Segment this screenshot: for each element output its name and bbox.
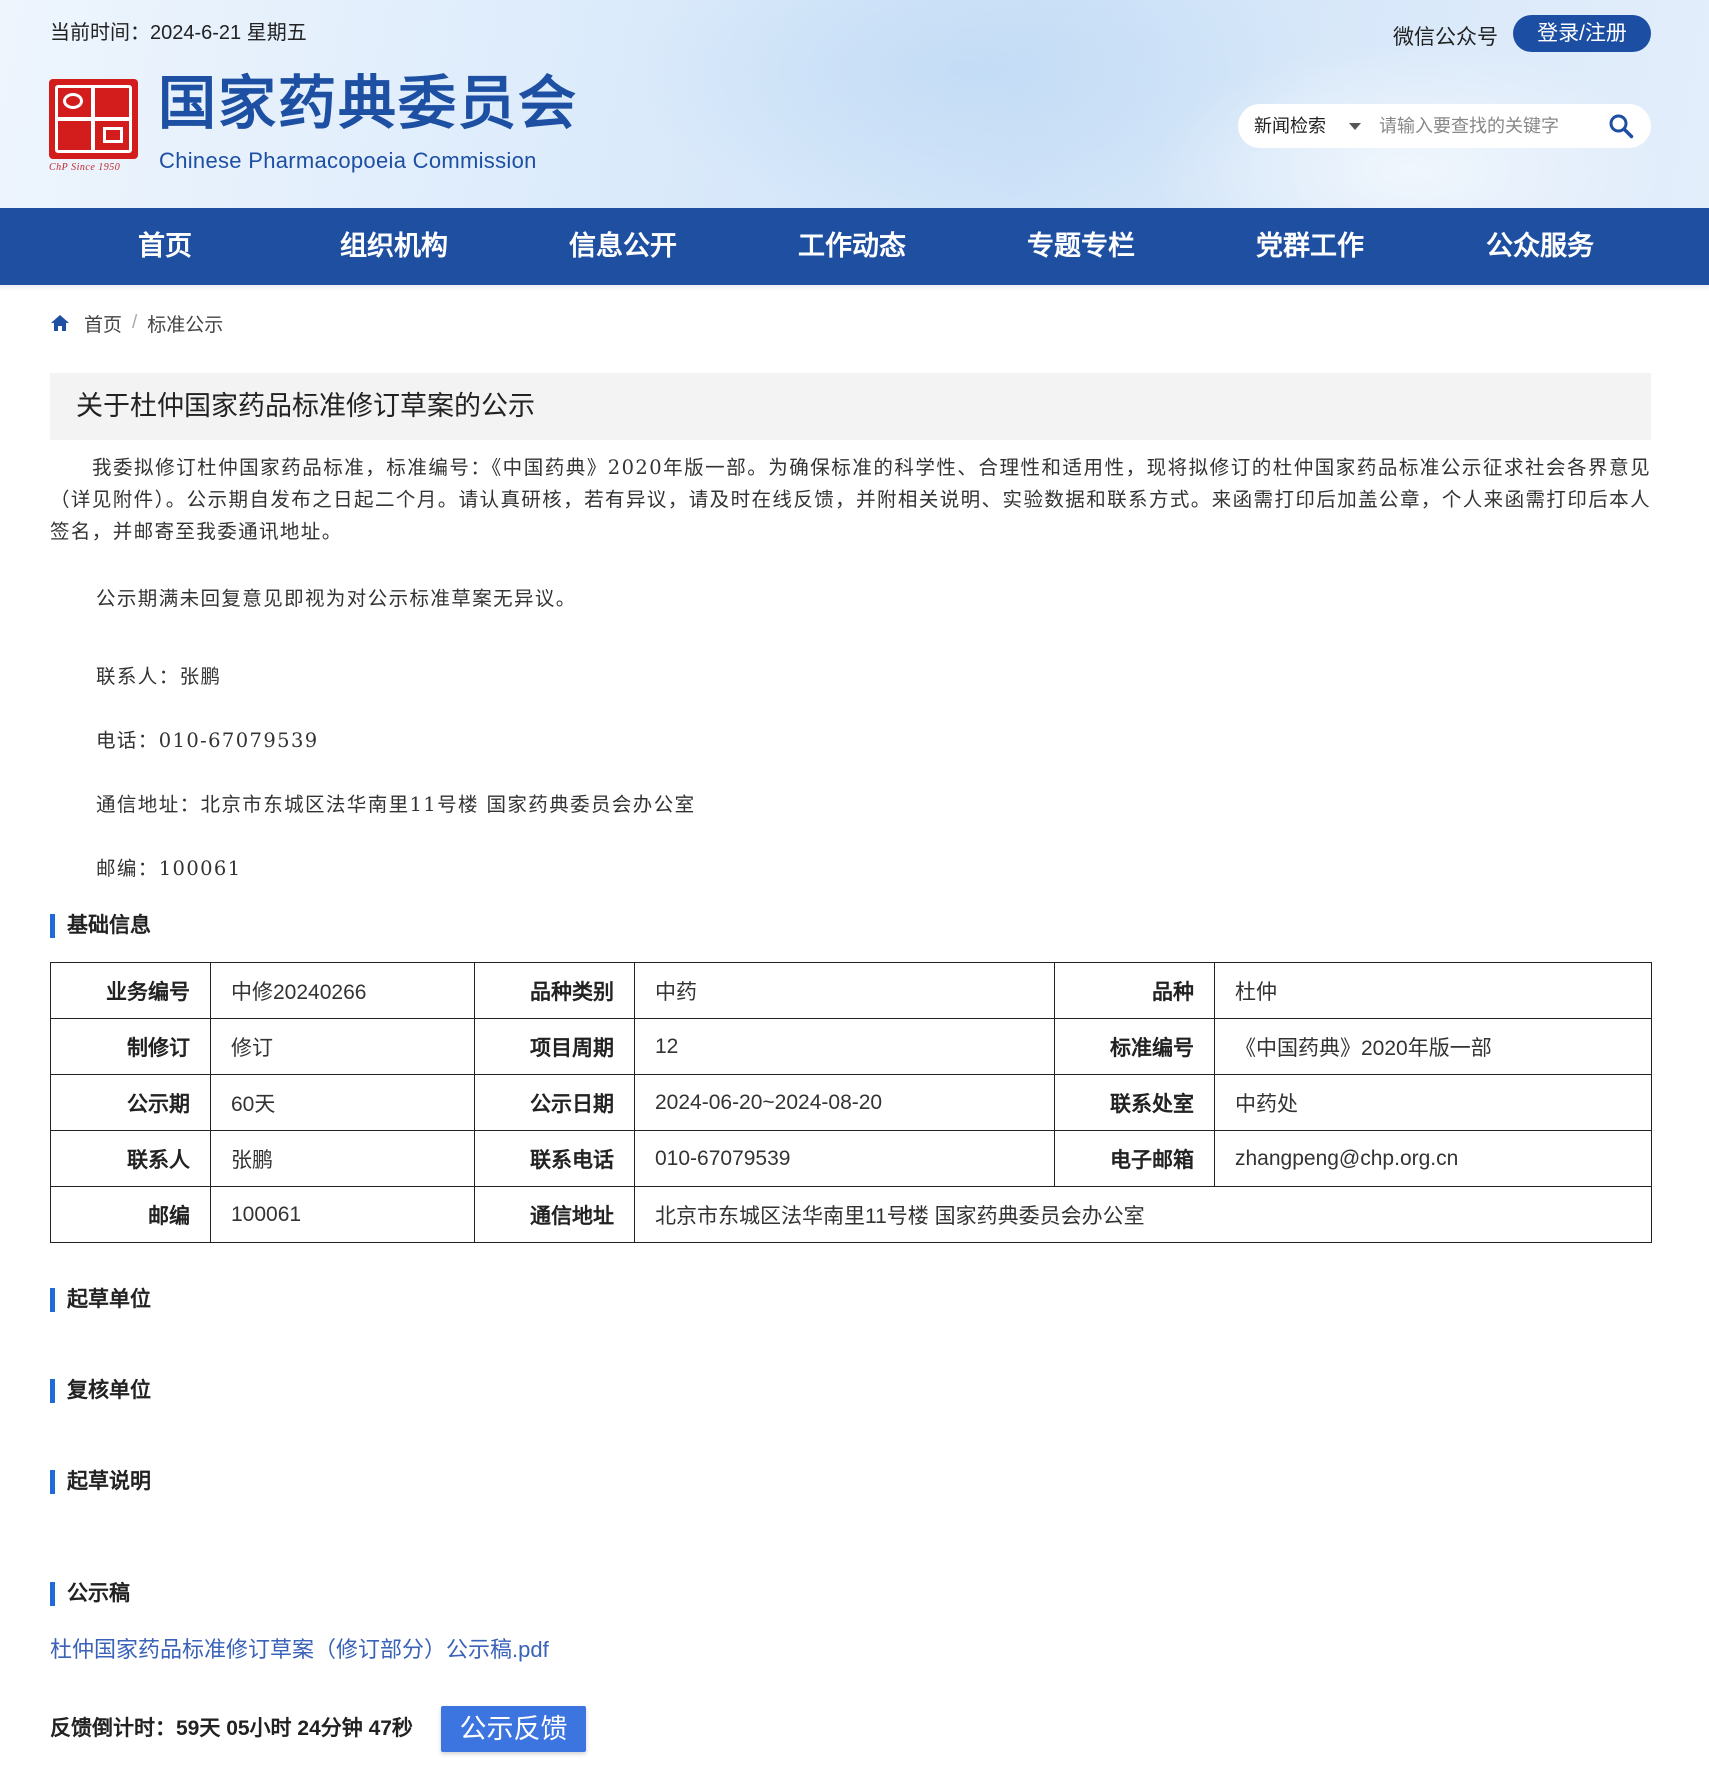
table-cell-label: 公示期 [50,1074,211,1131]
search-icon[interactable] [1608,113,1634,139]
table-cell-value: 中修20240266 [210,962,475,1019]
nav-item-public-service[interactable]: 公众服务 [1440,208,1640,285]
table-cell-value: 北京市东城区法华南里11号楼 国家药典委员会办公室 [634,1186,1652,1243]
table-cell-label: 标准编号 [1054,1018,1215,1075]
section-basic-info: 基础信息 [50,914,151,938]
breadcrumb-home[interactable]: 首页 [84,310,122,337]
logo-since: ChP Since 1950 [49,162,121,173]
nav-item-organization[interactable]: 组织机构 [294,208,494,285]
table-cell-value: 杜仲 [1214,962,1652,1019]
current-time: 当前时间：2024-6-21 星期五 [50,22,307,44]
table-cell-label: 业务编号 [50,962,211,1019]
attachment-pdf-link[interactable]: 杜仲国家药品标准修订草案（修订部分）公示稿.pdf [50,1632,549,1664]
table-cell-value: 张鹏 [210,1130,475,1187]
table-cell-label: 品种 [1054,962,1215,1019]
search-box: 新闻检索 [1238,104,1651,148]
breadcrumb-current[interactable]: 标准公示 [147,310,223,337]
nav-item-info-disclosure[interactable]: 信息公开 [523,208,723,285]
table-cell-value: 010-67079539 [634,1130,1055,1187]
table-cell-label: 品种类别 [474,962,635,1019]
table-cell-label: 联系人 [50,1130,211,1187]
table-cell-label: 联系处室 [1054,1074,1215,1131]
nav-item-work-news[interactable]: 工作动态 [752,208,952,285]
table-cell-label: 通信地址 [474,1186,635,1243]
chevron-down-icon[interactable] [1349,123,1361,130]
nav-item-special-topics[interactable]: 专题专栏 [981,208,1181,285]
table-row: 公示期 60天 公示日期 2024-06-20~2024-08-20 联系处室 … [50,1074,1652,1131]
article-notice: 公示期满未回复意见即视为对公示标准草案无异议。 [96,587,577,610]
section-drafting-note: 起草说明 [50,1470,151,1494]
table-row: 业务编号 中修20240266 品种类别 中药 品种 杜仲 [50,962,1652,1019]
table-cell-value: 中药 [634,962,1055,1019]
logo-seal-icon[interactable] [49,79,138,159]
article-title-bar: 关于杜仲国家药品标准修订草案的公示 [50,373,1651,440]
table-cell-value: 60天 [210,1074,475,1131]
search-category-select[interactable]: 新闻检索 [1254,104,1326,148]
section-drafting-unit: 起草单位 [50,1288,151,1312]
table-cell-label: 项目周期 [474,1018,635,1075]
logo-title-cn[interactable]: 国家药典委员会 [158,72,578,136]
table-cell-label: 电子邮箱 [1054,1130,1215,1187]
table-row: 邮编 100061 通信地址 北京市东城区法华南里11号楼 国家药典委员会办公室 [50,1186,1652,1243]
section-draft: 公示稿 [50,1582,130,1606]
article-phone: 电话：010-67079539 [96,729,319,752]
page-title: 关于杜仲国家药品标准修订草案的公示 [76,391,535,421]
table-row: 制修订 修订 项目周期 12 标准编号 《中国药典》2020年版一部 [50,1018,1652,1075]
article-address: 通信地址：北京市东城区法华南里11号楼 国家药典委员会办公室 [96,793,696,816]
table-cell-value: 2024-06-20~2024-08-20 [634,1074,1055,1131]
feedback-countdown: 反馈倒计时：59天 05小时 24分钟 47秒 [50,1717,413,1740]
table-cell-value: 12 [634,1018,1055,1075]
table-cell-label: 邮编 [50,1186,211,1243]
login-register-button[interactable]: 登录/注册 [1513,15,1651,52]
article-postcode: 邮编：100061 [96,857,242,880]
home-icon[interactable] [50,313,70,333]
article-paragraph: 我委拟修订杜仲国家药品标准，标准编号：《中国药典》2020年版一部。为确保标准的… [50,456,1651,543]
table-cell-label: 联系电话 [474,1130,635,1187]
table-row: 联系人 张鹏 联系电话 010-67079539 电子邮箱 zhangpeng@… [50,1130,1652,1187]
main-nav: 首页 组织机构 信息公开 工作动态 专题专栏 党群工作 公众服务 [0,208,1709,285]
search-input[interactable] [1379,112,1599,140]
table-cell-label: 制修订 [50,1018,211,1075]
table-cell-value: 修订 [210,1018,475,1075]
basic-info-table: 业务编号 中修20240266 品种类别 中药 品种 杜仲 制修订 修订 项目周… [50,962,1652,1243]
table-cell-label: 公示日期 [474,1074,635,1131]
breadcrumb-separator: / [132,312,138,333]
table-cell-value: 100061 [210,1186,475,1243]
feedback-button[interactable]: 公示反馈 [441,1706,586,1752]
table-cell-value: zhangpeng@chp.org.cn [1214,1130,1652,1187]
logo-title-en: Chinese Pharmacopoeia Commission [159,148,537,173]
table-cell-value: 《中国药典》2020年版一部 [1214,1018,1652,1075]
section-review-unit: 复核单位 [50,1379,151,1403]
nav-item-home[interactable]: 首页 [65,208,265,285]
article-contact: 联系人：张鹏 [96,665,222,688]
breadcrumb: 首页 / 标准公示 [50,310,223,336]
nav-shadow [0,285,1709,291]
table-cell-value: 中药处 [1214,1074,1652,1131]
wechat-link[interactable]: 微信公众号 [1393,21,1498,51]
nav-item-party-work[interactable]: 党群工作 [1210,208,1410,285]
site-header: 当前时间：2024-6-21 星期五 微信公众号 登录/注册 ChP Since… [0,0,1709,208]
